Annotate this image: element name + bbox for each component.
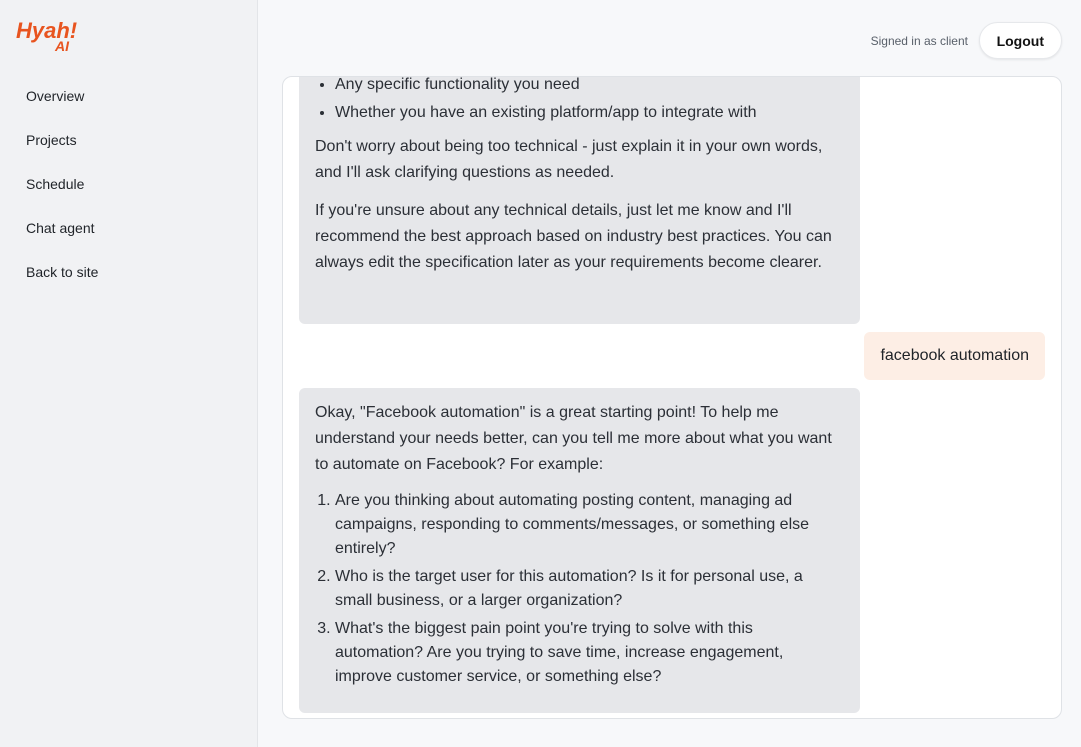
sidebar-item-overview[interactable]: Overview bbox=[0, 74, 257, 118]
message-paragraph: If you're unsure about any technical det… bbox=[315, 202, 832, 271]
list-item: What's the biggest pain point you're try… bbox=[335, 617, 844, 689]
assistant-message: Any specific functionality you need Whet… bbox=[299, 77, 860, 324]
assistant-message: Okay, "Facebook automation" is a great s… bbox=[299, 388, 860, 713]
user-message: facebook automation bbox=[864, 332, 1045, 380]
bullet-list: Any specific functionality you need Whet… bbox=[315, 77, 844, 125]
logout-button[interactable]: Logout bbox=[978, 22, 1062, 59]
list-item: Who is the target user for this automati… bbox=[335, 565, 844, 613]
message-paragraph: Okay, "Facebook automation" is a great s… bbox=[315, 404, 832, 473]
message-paragraph: Don't worry about being too technical - … bbox=[315, 138, 823, 181]
sidebar-nav: Overview Projects Schedule Chat agent Ba… bbox=[0, 74, 257, 294]
sidebar-item-schedule[interactable]: Schedule bbox=[0, 162, 257, 206]
top-header: Signed in as client Logout bbox=[258, 0, 1081, 76]
list-item: Are you thinking about automating postin… bbox=[335, 489, 844, 561]
sidebar-item-chat-agent[interactable]: Chat agent bbox=[0, 206, 257, 250]
numbered-list: Are you thinking about automating postin… bbox=[315, 489, 844, 689]
logo-sub-text: AI bbox=[54, 38, 70, 54]
list-item: Whether you have an existing platform/ap… bbox=[335, 101, 844, 125]
sidebar-item-projects[interactable]: Projects bbox=[0, 118, 257, 162]
sidebar: Hyah! AI Overview Projects Schedule Chat… bbox=[0, 0, 258, 747]
chat-panel[interactable]: Any specific functionality you need Whet… bbox=[282, 76, 1062, 719]
sidebar-item-back-to-site[interactable]: Back to site bbox=[0, 250, 257, 294]
brand-logo[interactable]: Hyah! AI bbox=[15, 16, 81, 54]
signed-in-status: Signed in as client bbox=[870, 34, 968, 48]
list-item: Any specific functionality you need bbox=[335, 77, 844, 97]
